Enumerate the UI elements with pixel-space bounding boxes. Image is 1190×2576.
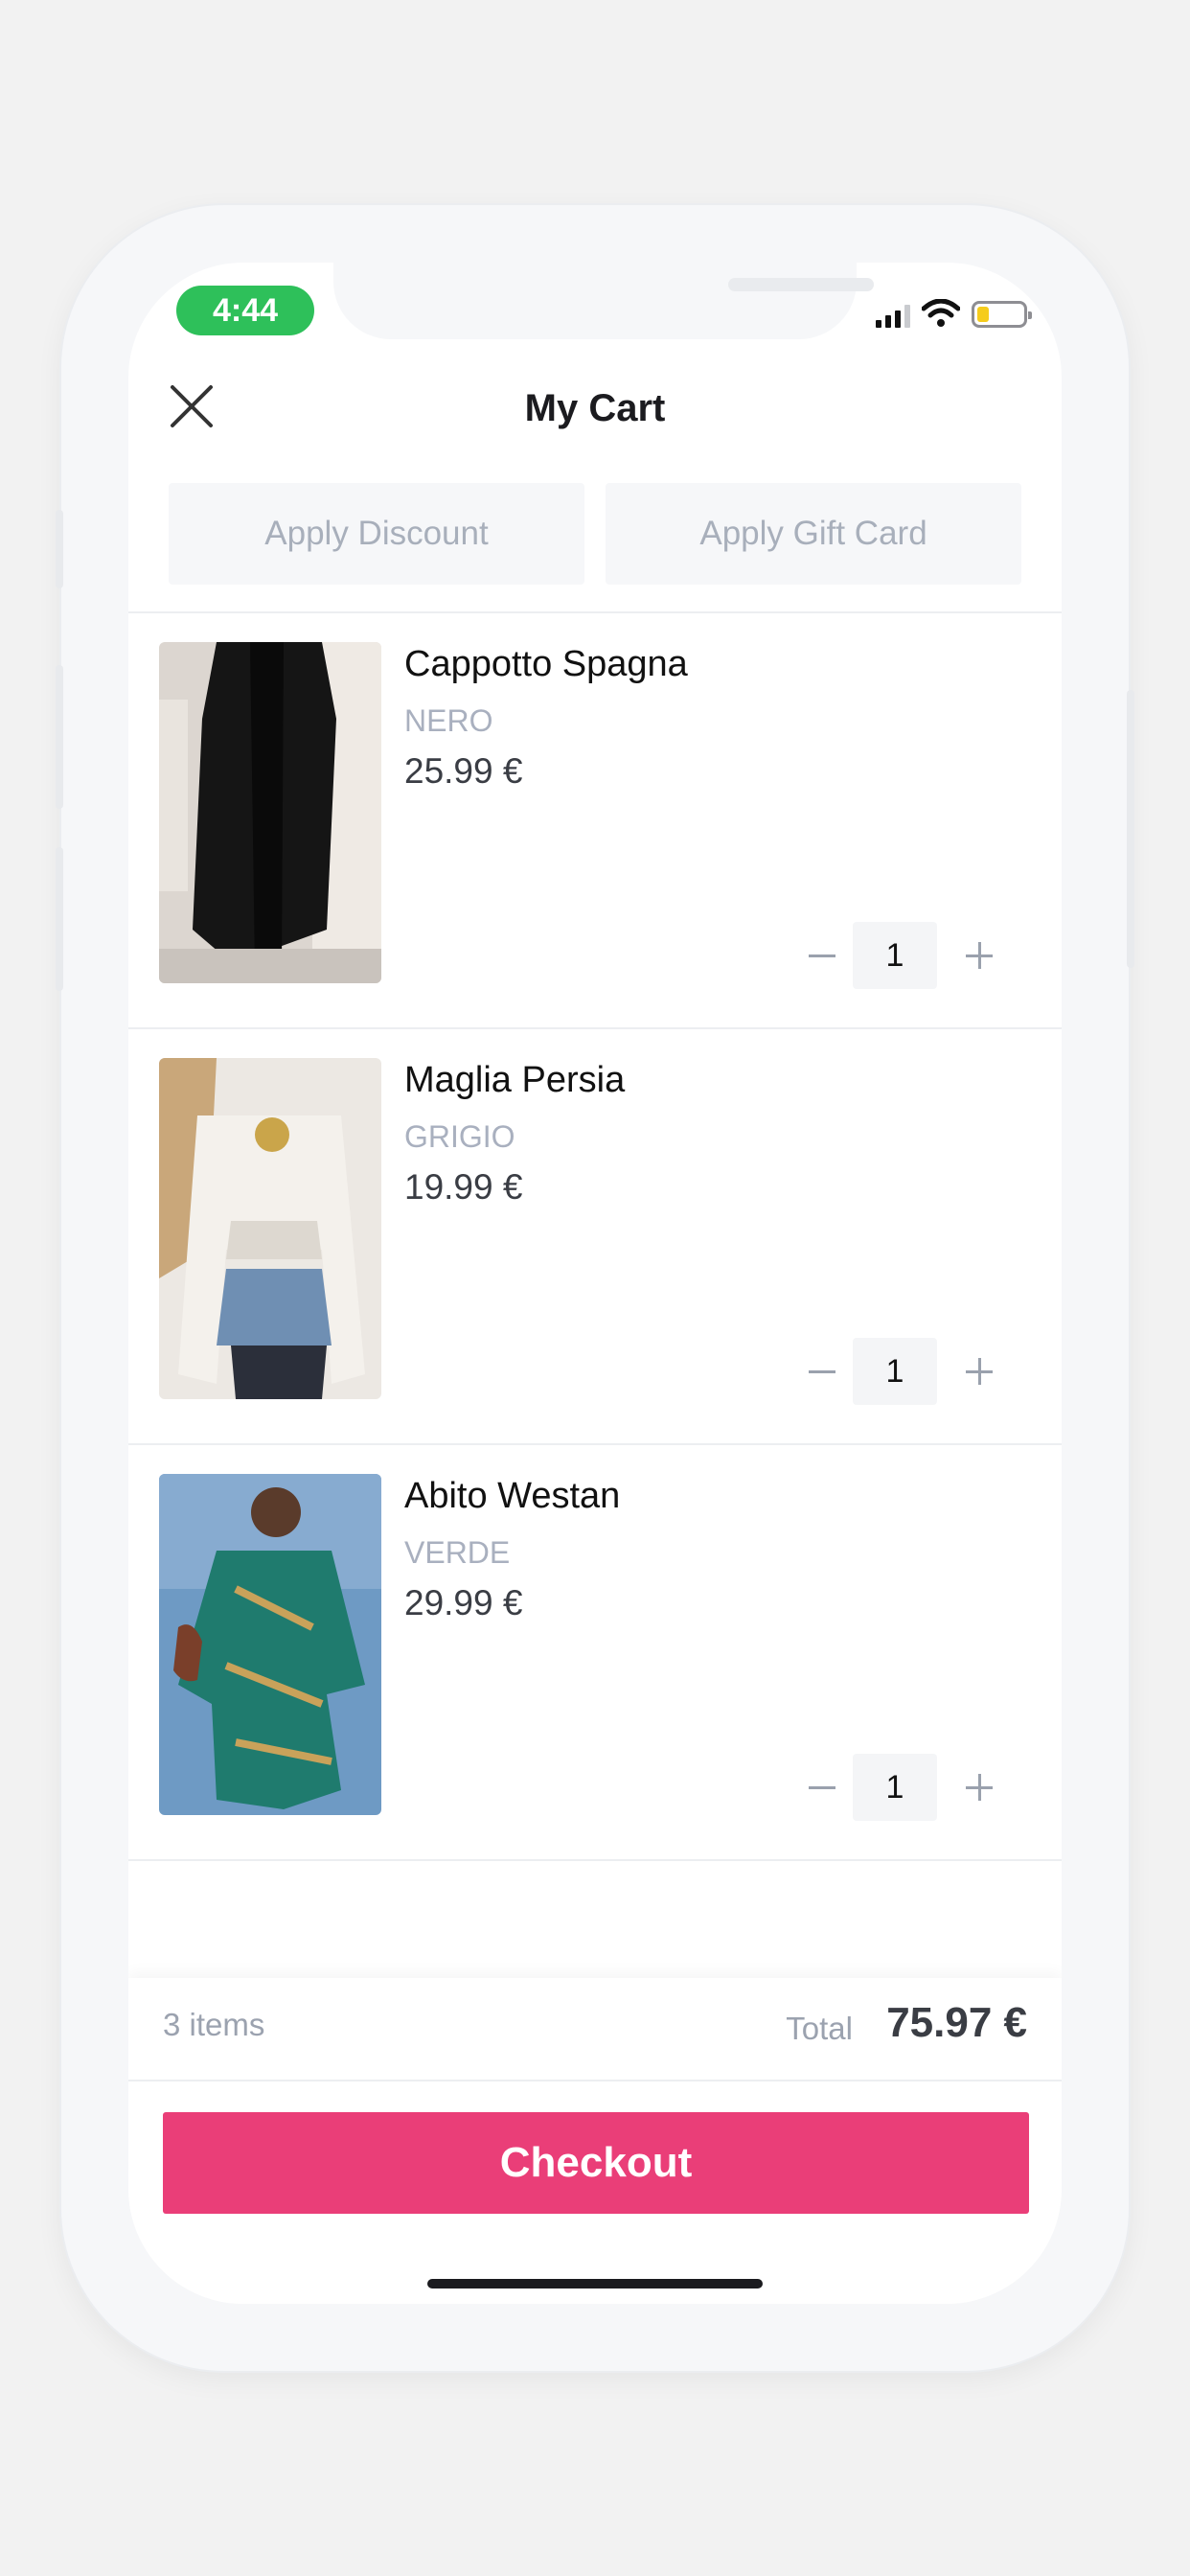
- divider: [128, 2080, 1062, 2082]
- home-indicator[interactable]: [427, 2279, 763, 2288]
- product-name[interactable]: Abito Westan: [404, 1476, 620, 1517]
- quantity-stepper: 1: [795, 1338, 1006, 1405]
- cart-summary: 3 items Total 75.97 € Checkout: [128, 1978, 1062, 2304]
- quantity-value: 1: [853, 922, 937, 989]
- quantity-value: 1: [853, 1754, 937, 1821]
- signal-icon: [876, 305, 910, 328]
- product-price: 29.99 €: [404, 1583, 523, 1622]
- quantity-stepper: 1: [795, 922, 1006, 989]
- apply-discount-button[interactable]: Apply Discount: [169, 483, 584, 585]
- product-price: 25.99 €: [404, 751, 523, 791]
- minus-icon[interactable]: [795, 1754, 849, 1821]
- page-title: My Cart: [524, 387, 666, 429]
- product-image-coat[interactable]: [159, 642, 381, 983]
- header: My Cart: [128, 378, 1062, 493]
- total-value: 75.97 €: [886, 1999, 1027, 2046]
- wifi-icon: [922, 299, 960, 327]
- product-name[interactable]: Maglia Persia: [404, 1060, 625, 1101]
- product-color: GRIGIO: [404, 1119, 515, 1154]
- apply-gift-card-button[interactable]: Apply Gift Card: [606, 483, 1021, 585]
- quantity-value: 1: [853, 1338, 937, 1405]
- minus-icon[interactable]: [795, 922, 849, 989]
- total-label: Total: [786, 2011, 853, 2046]
- cart-item: Abito Westan VERDE 29.99 € 1: [128, 1445, 1062, 1859]
- product-name[interactable]: Cappotto Spagna: [404, 644, 688, 685]
- side-button-mute: [56, 510, 63, 588]
- notch: [333, 263, 874, 339]
- cart-actions: Apply Discount Apply Gift Card: [169, 483, 1021, 585]
- status-time: 4:44: [176, 286, 314, 335]
- product-color: NERO: [404, 703, 493, 738]
- divider: [128, 1859, 1062, 1861]
- side-button-power: [1127, 690, 1134, 968]
- battery-icon: [972, 301, 1032, 328]
- product-image-dress[interactable]: [159, 1474, 381, 1815]
- plus-icon[interactable]: [952, 922, 1006, 989]
- plus-icon[interactable]: [952, 1338, 1006, 1405]
- minus-icon[interactable]: [795, 1338, 849, 1405]
- app-screen: 4:44 My Cart Apply Discount Apply Gift C…: [128, 263, 1062, 2304]
- side-button-volume-up: [56, 665, 63, 809]
- cart-item: Cappotto Spagna NERO 25.99 € 1: [128, 613, 1062, 1027]
- side-button-volume-down: [56, 847, 63, 991]
- plus-icon[interactable]: [952, 1754, 1006, 1821]
- cart-item: Maglia Persia GRIGIO 19.99 € 1: [128, 1029, 1062, 1443]
- product-price: 19.99 €: [404, 1167, 523, 1207]
- checkout-button[interactable]: Checkout: [163, 2112, 1029, 2214]
- status-icons: [876, 299, 1032, 328]
- speaker: [728, 278, 874, 291]
- product-color: VERDE: [404, 1535, 511, 1570]
- product-image-sweater[interactable]: [159, 1058, 381, 1399]
- item-count: 3 items: [163, 2007, 265, 2042]
- quantity-stepper: 1: [795, 1754, 1006, 1821]
